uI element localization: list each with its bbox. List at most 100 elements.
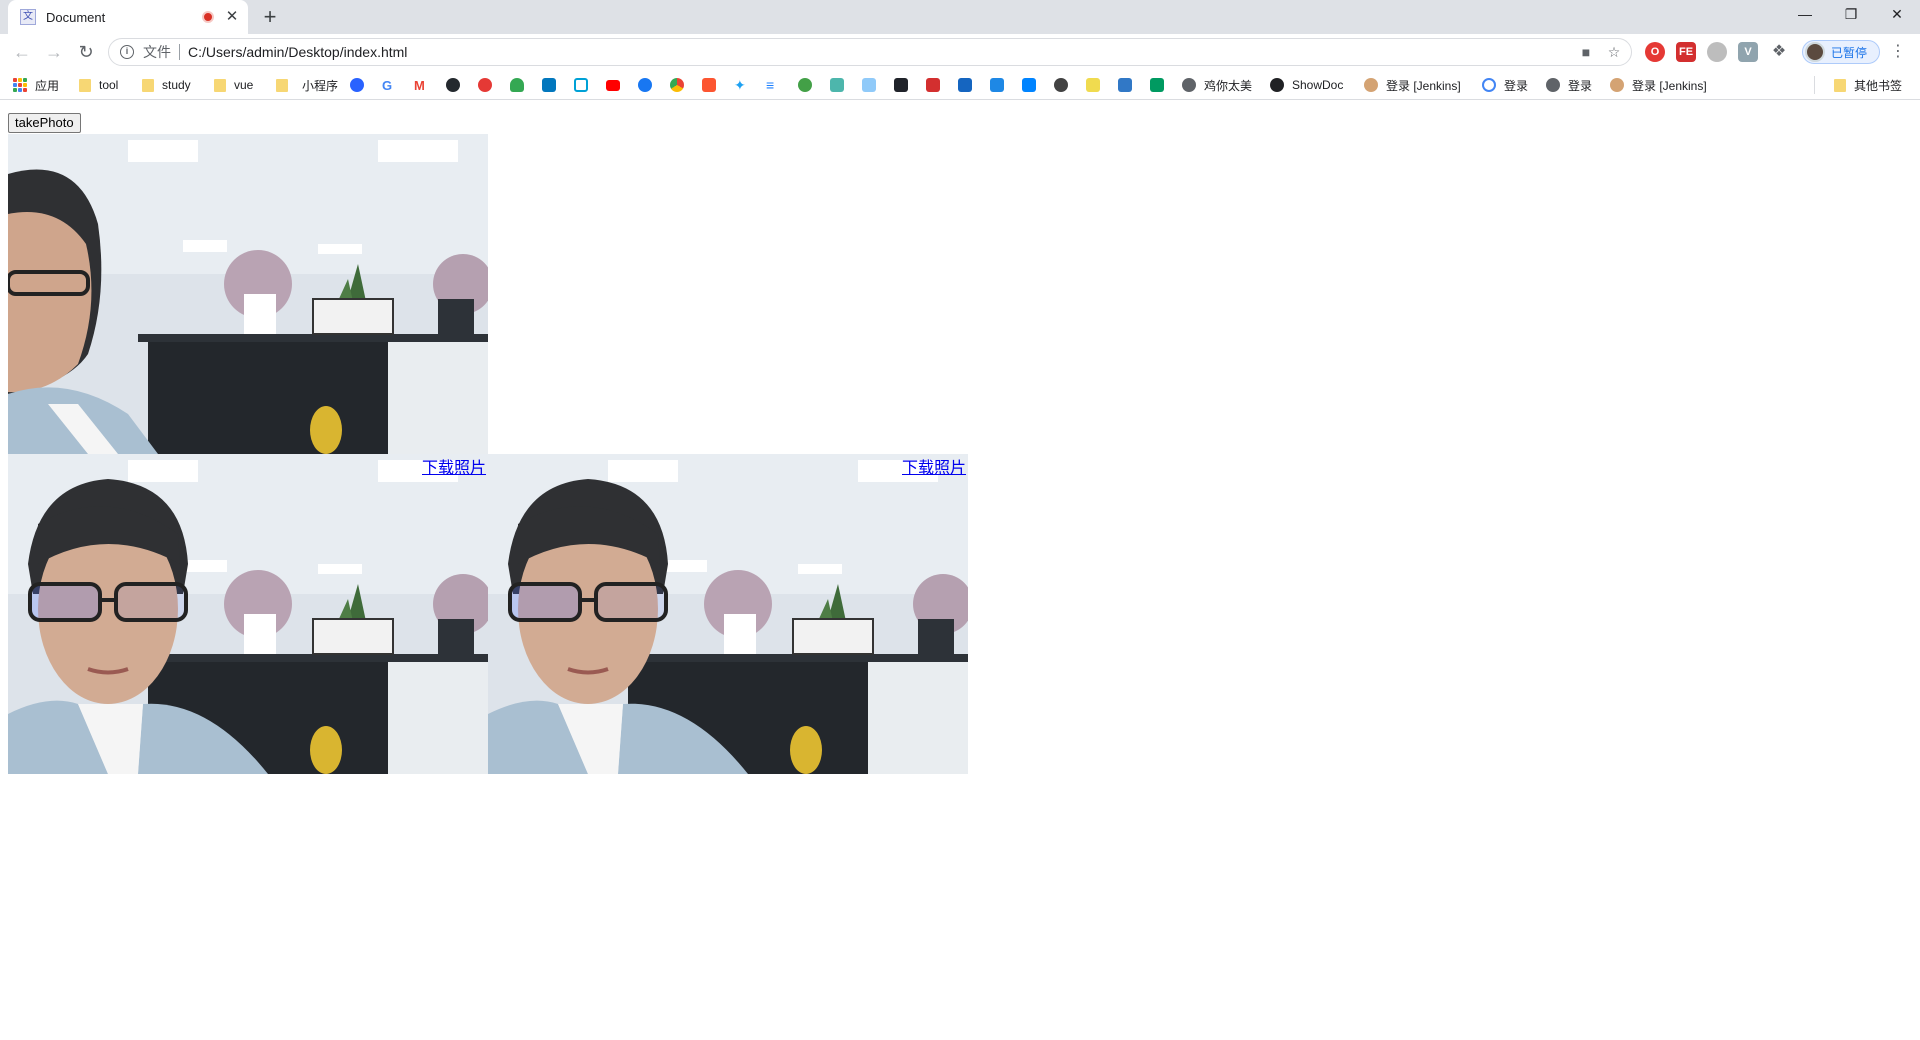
star-icon[interactable]: ☆ — [1603, 41, 1625, 63]
bookmark-segmentfault[interactable] — [1150, 76, 1164, 94]
bookmark-showdoc[interactable]: ShowDoc — [1270, 76, 1343, 94]
bookmark-label: 小程序 — [302, 78, 339, 93]
bookmark-ts[interactable] — [1118, 76, 1132, 94]
bookmarks-bar: 应用 tool study vue 小程序 G M ✦ ≡ 鸡你太美 ShowD… — [0, 70, 1920, 100]
office-scene-image — [8, 134, 488, 454]
bookmark-jinitaimei[interactable]: 鸡你太美 — [1182, 76, 1252, 94]
site-icon — [830, 78, 844, 92]
bookmark-label: study — [162, 78, 191, 92]
reload-button[interactable]: ↻ — [72, 38, 100, 66]
chrome-menu-icon[interactable]: ⋮ — [1888, 42, 1908, 62]
bookmark-login-1[interactable]: 登录 — [1482, 76, 1528, 94]
vue-extension-icon[interactable]: V — [1738, 42, 1758, 62]
es-icon — [1086, 78, 1100, 92]
youtube-icon — [606, 79, 620, 91]
bookmark-other-folder[interactable]: 其他书签 — [1834, 76, 1902, 94]
bookmark-zhihu[interactable] — [1022, 76, 1036, 94]
close-window-button[interactable]: ✕ — [1874, 0, 1920, 30]
bookmark-jenkins-1[interactable]: 登录 [Jenkins] — [1364, 76, 1461, 94]
bookmark-juejin[interactable]: ≡ — [766, 76, 774, 94]
github-icon — [446, 78, 460, 92]
download-photo-link[interactable]: 下载照片 — [422, 454, 486, 478]
bookmark-site-1[interactable] — [478, 76, 492, 94]
bookmark-github[interactable] — [446, 76, 460, 94]
bookmark-site-5[interactable] — [862, 76, 876, 94]
take-photo-button[interactable]: takePhoto — [8, 113, 81, 133]
fe-extension-icon[interactable]: FE — [1676, 42, 1696, 62]
bookmark-login-2[interactable]: 登录 — [1546, 76, 1592, 94]
bookmark-es[interactable] — [1086, 76, 1100, 94]
forward-button[interactable]: → — [40, 38, 68, 66]
new-tab-button[interactable]: + — [256, 5, 284, 29]
tab-document[interactable]: 文 Document ✕ — [8, 0, 248, 34]
zhihu-icon — [1022, 78, 1036, 92]
back-button[interactable]: ← — [8, 38, 36, 66]
bookmark-site-2[interactable] — [542, 76, 556, 94]
bookmark-twitter[interactable]: ✦ — [734, 76, 746, 94]
bookmark-bilibili[interactable] — [574, 76, 588, 94]
bookmark-gmail[interactable]: M — [414, 76, 425, 94]
bookmark-label: ShowDoc — [1292, 78, 1344, 92]
bookmarks-divider — [1814, 76, 1815, 94]
bookmark-youtube[interactable] — [606, 76, 620, 94]
jenkins-icon — [1610, 78, 1624, 92]
bookmark-jenkins-2[interactable]: 登录 [Jenkins] — [1610, 76, 1707, 94]
bookmark-site-6[interactable] — [926, 76, 940, 94]
bookmark-site-7[interactable] — [958, 76, 972, 94]
cloud-icon — [510, 78, 524, 92]
react-icon — [894, 78, 908, 92]
site-icon — [958, 78, 972, 92]
bookmark-label: tool — [99, 78, 119, 92]
bookmark-label: vue — [234, 78, 254, 92]
bookmark-label: 登录 — [1504, 78, 1529, 93]
folder-icon — [79, 78, 91, 92]
restore-button[interactable]: ❐ — [1828, 0, 1874, 30]
bookmark-site-9[interactable] — [1054, 76, 1068, 94]
opera-extension-icon[interactable]: O — [1645, 42, 1665, 62]
shield-extension-icon[interactable] — [1707, 42, 1727, 62]
twitter-icon: ✦ — [734, 76, 746, 93]
browser-toolbar: ← → ↻ i 文件 C:/Users/admin/Desktop/index.… — [0, 34, 1920, 70]
download-photo-link[interactable]: 下载照片 — [902, 454, 966, 478]
bookmark-label: 应用 — [35, 78, 60, 93]
info-icon[interactable]: i — [120, 45, 134, 59]
bookmark-react[interactable] — [894, 76, 908, 94]
folder-icon — [1834, 78, 1846, 92]
url-text[interactable]: C:/Users/admin/Desktop/index.html — [188, 44, 1575, 60]
gmail-icon: M — [414, 77, 425, 93]
bookmark-folder-vue[interactable]: vue — [214, 76, 253, 94]
site-icon — [478, 78, 492, 92]
bookmark-folder-tool[interactable]: tool — [79, 76, 118, 94]
bookmark-site-4[interactable] — [830, 76, 844, 94]
bookmark-cloud[interactable] — [510, 76, 524, 94]
bookmark-csdn[interactable] — [702, 76, 716, 94]
segmentfault-icon — [1150, 78, 1164, 92]
bookmark-baidu[interactable] — [350, 76, 364, 94]
bookmark-site-3[interactable] — [798, 76, 812, 94]
minimize-button[interactable]: — — [1782, 0, 1828, 30]
site-icon — [1482, 78, 1496, 92]
site-icon — [990, 78, 1004, 92]
bookmark-folder-miniprogram[interactable]: 小程序 — [276, 76, 338, 94]
captured-photo-image — [488, 454, 968, 774]
bookmark-site-8[interactable] — [990, 76, 1004, 94]
bookmark-apps[interactable]: 应用 — [13, 76, 59, 94]
tab-close-icon[interactable]: ✕ — [224, 9, 240, 25]
captured-photo — [8, 454, 488, 774]
camera-icon[interactable]: ■ — [1575, 41, 1597, 63]
bookmark-facebook[interactable] — [638, 76, 652, 94]
bookmark-chrome[interactable] — [670, 76, 684, 94]
profile-button[interactable]: 已暂停 — [1802, 40, 1880, 64]
document-favicon-icon: 文 — [20, 9, 36, 25]
site-icon — [862, 78, 876, 92]
ts-icon — [1118, 78, 1132, 92]
site-icon — [542, 78, 556, 92]
apps-grid-icon — [13, 78, 27, 92]
chrome-icon — [670, 78, 684, 92]
csdn-icon — [702, 78, 716, 92]
address-bar[interactable]: i 文件 C:/Users/admin/Desktop/index.html ■… — [108, 38, 1632, 66]
bookmark-folder-study[interactable]: study — [142, 76, 191, 94]
bookmark-google[interactable]: G — [382, 76, 392, 94]
puzzle-extensions-icon[interactable]: ❖ — [1769, 42, 1789, 62]
captured-photo — [488, 454, 968, 774]
